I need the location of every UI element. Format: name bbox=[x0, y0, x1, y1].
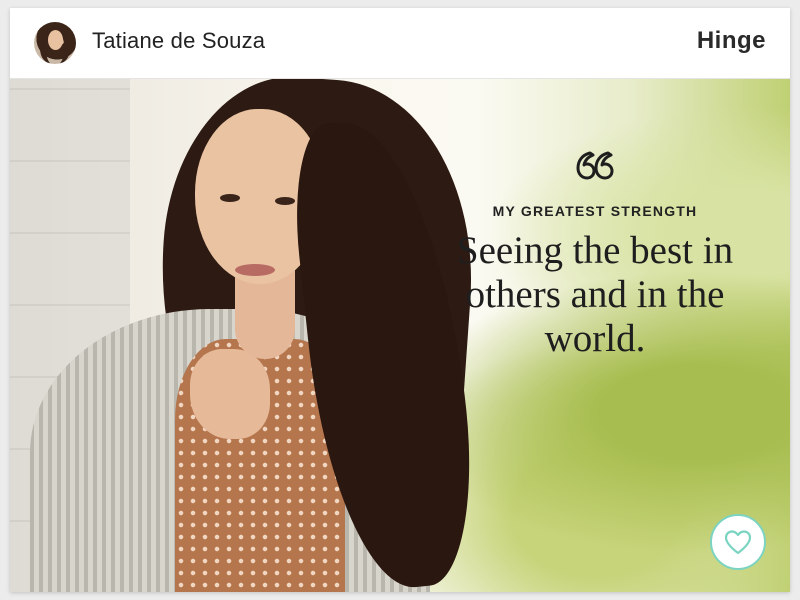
prompt-label: MY GREATEST STRENGTH bbox=[492, 203, 698, 219]
photo-left-eye bbox=[220, 194, 240, 202]
prompt-block: MY GREATEST STRENGTH Seeing the best in … bbox=[455, 149, 735, 361]
photo-hand bbox=[190, 349, 270, 439]
photo-mouth bbox=[235, 264, 275, 276]
quote-icon bbox=[576, 151, 614, 180]
profile-name: Tatiane de Souza bbox=[92, 28, 266, 53]
brand-logo: Hinge bbox=[696, 27, 766, 54]
prompt-answer: Seeing the best in others and in the wor… bbox=[456, 229, 734, 360]
photo-right-eye bbox=[275, 197, 295, 205]
profile-photo: MY GREATEST STRENGTH Seeing the best in … bbox=[10, 79, 790, 592]
heart-icon bbox=[724, 530, 752, 555]
avatar-face bbox=[48, 30, 63, 50]
avatar[interactable] bbox=[34, 22, 76, 64]
profile-header: Tatiane de Souza Hinge bbox=[10, 8, 790, 79]
like-button[interactable] bbox=[710, 514, 766, 570]
profile-card: Tatiane de Souza Hinge MY GREATEST STREN… bbox=[10, 8, 790, 592]
